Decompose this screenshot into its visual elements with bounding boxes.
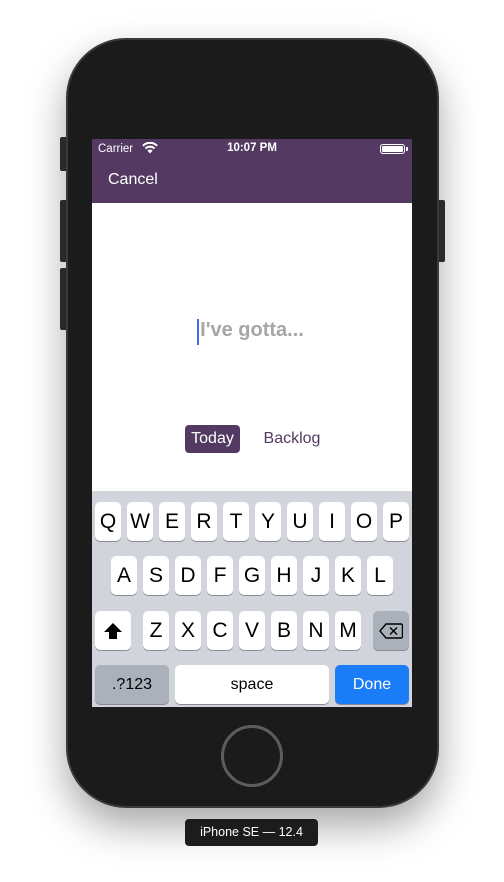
key-w[interactable]: W — [127, 502, 153, 541]
battery-tip — [406, 147, 408, 151]
numbers-key[interactable]: .?123 — [95, 665, 169, 704]
task-input-container — [92, 315, 412, 351]
task-input[interactable] — [152, 315, 352, 345]
shift-key[interactable] — [95, 611, 131, 650]
nav-bar: Cancel — [92, 159, 412, 203]
key-v[interactable]: V — [239, 611, 265, 650]
key-n[interactable]: N — [303, 611, 329, 650]
key-h[interactable]: H — [271, 556, 297, 595]
key-g[interactable]: G — [239, 556, 265, 595]
segment-backlog[interactable]: Backlog — [256, 425, 328, 453]
key-k[interactable]: K — [335, 556, 361, 595]
key-r[interactable]: R — [191, 502, 217, 541]
delete-key[interactable] — [373, 611, 409, 650]
key-c[interactable]: C — [207, 611, 233, 650]
key-a[interactable]: A — [111, 556, 137, 595]
key-o[interactable]: O — [351, 502, 377, 541]
key-m[interactable]: M — [335, 611, 361, 650]
key-t[interactable]: T — [223, 502, 249, 541]
key-z[interactable]: Z — [143, 611, 169, 650]
battery-icon — [380, 144, 405, 154]
space-key[interactable]: space — [175, 665, 329, 704]
key-y[interactable]: Y — [255, 502, 281, 541]
key-u[interactable]: U — [287, 502, 313, 541]
backspace-icon — [379, 623, 404, 639]
cancel-button[interactable]: Cancel — [108, 171, 158, 189]
key-i[interactable]: I — [319, 502, 345, 541]
key-p[interactable]: P — [383, 502, 409, 541]
status-bar: Carrier 10:07 PM — [92, 139, 412, 159]
key-j[interactable]: J — [303, 556, 329, 595]
key-e[interactable]: E — [159, 502, 185, 541]
key-l[interactable]: L — [367, 556, 393, 595]
text-cursor — [197, 319, 199, 345]
home-button[interactable] — [221, 725, 283, 787]
status-time: 10:07 PM — [227, 142, 277, 154]
device-label: iPhone SE — 12.4 — [185, 819, 318, 846]
app-screen: Carrier 10:07 PM Cancel Today Backlog Q … — [92, 139, 412, 707]
battery-level — [382, 146, 403, 152]
key-f[interactable]: F — [207, 556, 233, 595]
key-b[interactable]: B — [271, 611, 297, 650]
done-key[interactable]: Done — [335, 665, 409, 704]
key-q[interactable]: Q — [95, 502, 121, 541]
key-x[interactable]: X — [175, 611, 201, 650]
key-d[interactable]: D — [175, 556, 201, 595]
keyboard: Q W E R T Y U I O P A S D F G H J K L Z … — [92, 491, 412, 707]
shift-icon — [104, 623, 122, 639]
key-s[interactable]: S — [143, 556, 169, 595]
segment-today[interactable]: Today — [185, 425, 240, 453]
